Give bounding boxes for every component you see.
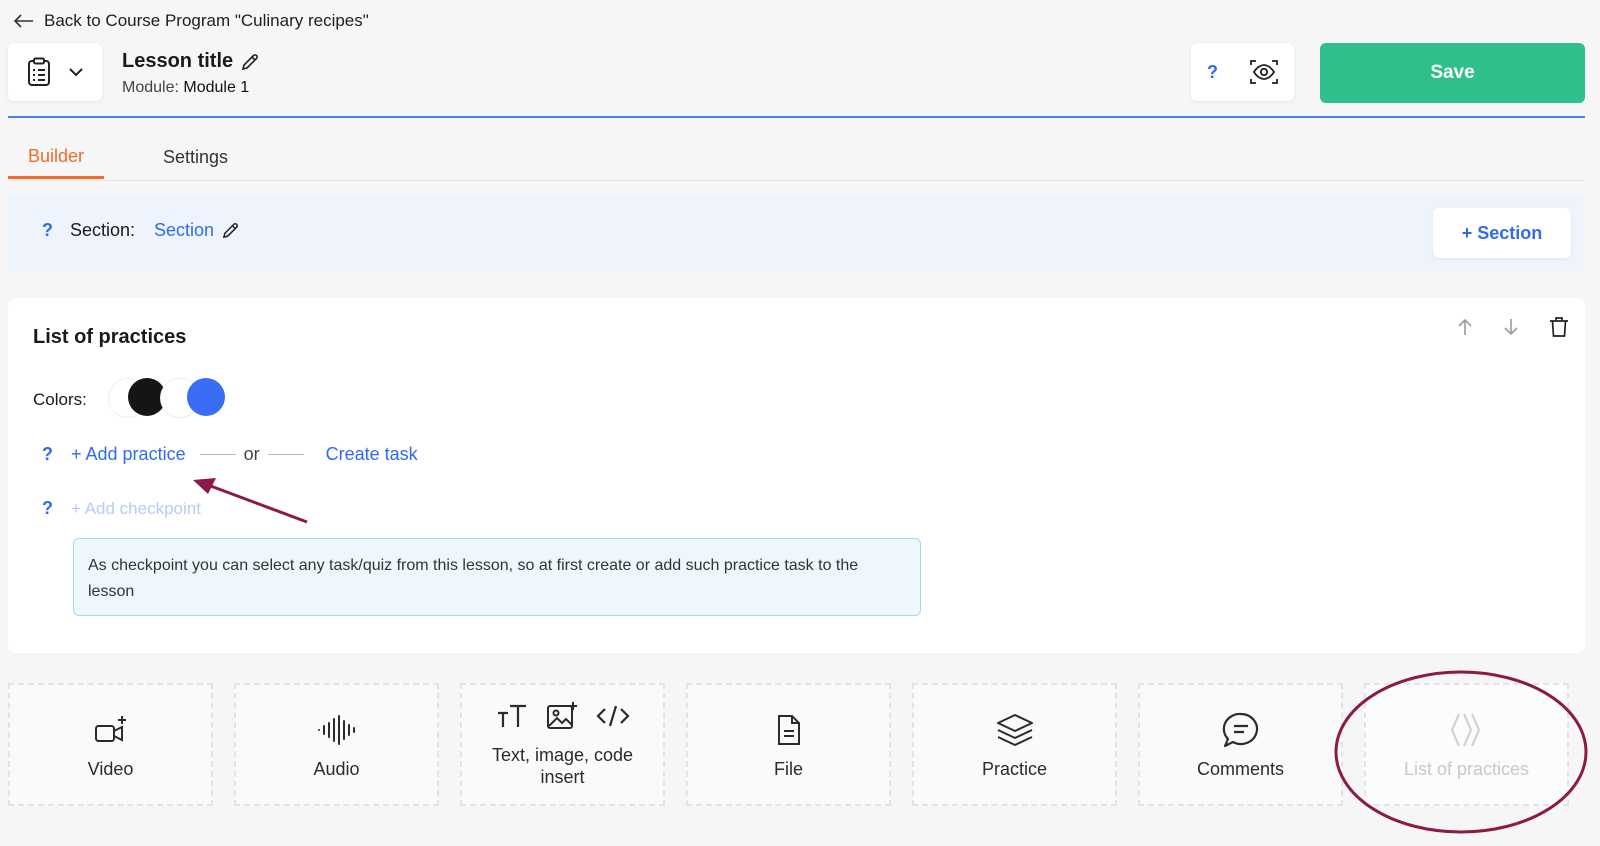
block-comments[interactable]: Comments	[1138, 683, 1343, 806]
move-down-icon[interactable]	[1503, 318, 1519, 336]
lesson-type-dropdown[interactable]	[8, 43, 102, 101]
lesson-header: Lesson title Module: Module 1	[122, 50, 259, 97]
section-label: Section:	[70, 220, 136, 240]
checkpoint-note: As checkpoint you can select any task/qu…	[73, 538, 921, 616]
card-title: List of practices	[33, 326, 187, 348]
file-icon	[777, 714, 800, 745]
divider	[199, 454, 236, 455]
block-file[interactable]: File	[686, 683, 891, 806]
chevrons-icon	[1450, 713, 1480, 746]
tab-settings[interactable]: Settings	[163, 136, 228, 178]
image-add-icon	[546, 701, 577, 729]
practice-help-button[interactable]: ?	[42, 444, 53, 465]
lesson-title[interactable]: Lesson title	[122, 50, 259, 73]
block-text-label: Text, image, code insert	[491, 744, 634, 787]
block-list-label: List of practices	[1403, 758, 1530, 779]
tab-builder[interactable]: Builder	[8, 136, 104, 179]
block-audio-label: Audio	[313, 758, 360, 779]
clipboard-icon	[28, 57, 50, 86]
back-link[interactable]: Back to Course Program "Culinary recipes…	[14, 8, 369, 34]
module-name: Module 1	[183, 79, 250, 96]
audio-wave-icon	[317, 714, 355, 745]
help-button[interactable]: ?	[1207, 62, 1218, 83]
add-section-button[interactable]: + Section	[1433, 208, 1571, 258]
add-practice-link[interactable]: + Add practice	[71, 444, 186, 465]
block-practice-label: Practice	[981, 758, 1048, 779]
chevron-down-icon	[69, 67, 83, 76]
back-link-label: Back to Course Program "Culinary recipes…	[44, 11, 369, 30]
section-name-text: Section	[154, 220, 215, 240]
block-text-image-code[interactable]: Text, image, code insert	[460, 683, 665, 806]
video-add-icon	[94, 715, 126, 742]
lesson-title-text: Lesson title	[122, 50, 234, 72]
header-tools: ?	[1191, 43, 1294, 101]
header-divider	[8, 116, 1585, 118]
move-up-icon[interactable]	[1457, 318, 1473, 336]
trash-icon[interactable]	[1549, 316, 1569, 338]
block-comments-label: Comments	[1196, 758, 1285, 779]
block-audio[interactable]: Audio	[234, 683, 439, 806]
section-help-button[interactable]: ?	[42, 220, 53, 241]
arrow-left-icon	[14, 14, 33, 28]
text-size-icon	[497, 704, 526, 727]
save-button[interactable]: Save	[1320, 43, 1585, 103]
add-practice-row: ? + Add practice or Create task	[42, 444, 418, 465]
tab-bar: Builder Settings	[8, 136, 1585, 181]
block-video[interactable]: Video	[8, 683, 213, 806]
code-icon	[595, 705, 630, 726]
add-checkpoint-row: ? + Add checkpoint	[42, 498, 201, 519]
create-task-link[interactable]: Create task	[326, 444, 418, 465]
preview-eye-icon[interactable]	[1250, 59, 1278, 85]
checkpoint-help-button[interactable]: ?	[42, 498, 53, 519]
block-file-label: File	[773, 758, 803, 779]
section-bar: ? Section: Section + Section	[8, 194, 1585, 272]
pencil-icon[interactable]	[222, 222, 239, 239]
colors-label: Colors:	[33, 390, 87, 409]
block-list-of-practices[interactable]: List of practices	[1364, 683, 1569, 806]
module-line: Module: Module 1	[122, 79, 259, 97]
block-video-label: Video	[87, 758, 134, 779]
color-swatches	[102, 378, 230, 418]
divider	[267, 454, 304, 455]
card-actions	[1457, 316, 1569, 338]
module-label: Module:	[122, 79, 179, 96]
add-checkpoint-link: + Add checkpoint	[71, 498, 201, 518]
or-text: or	[243, 444, 260, 464]
list-of-practices-card: List of practices Colors: ? + Add practi…	[8, 298, 1585, 653]
block-practice[interactable]: Practice	[912, 683, 1117, 806]
section-name[interactable]: Section	[154, 220, 239, 241]
layers-icon	[996, 713, 1033, 746]
pencil-icon[interactable]	[241, 53, 259, 71]
comment-icon	[1222, 712, 1258, 747]
color-swatch-blue[interactable]	[187, 378, 225, 416]
